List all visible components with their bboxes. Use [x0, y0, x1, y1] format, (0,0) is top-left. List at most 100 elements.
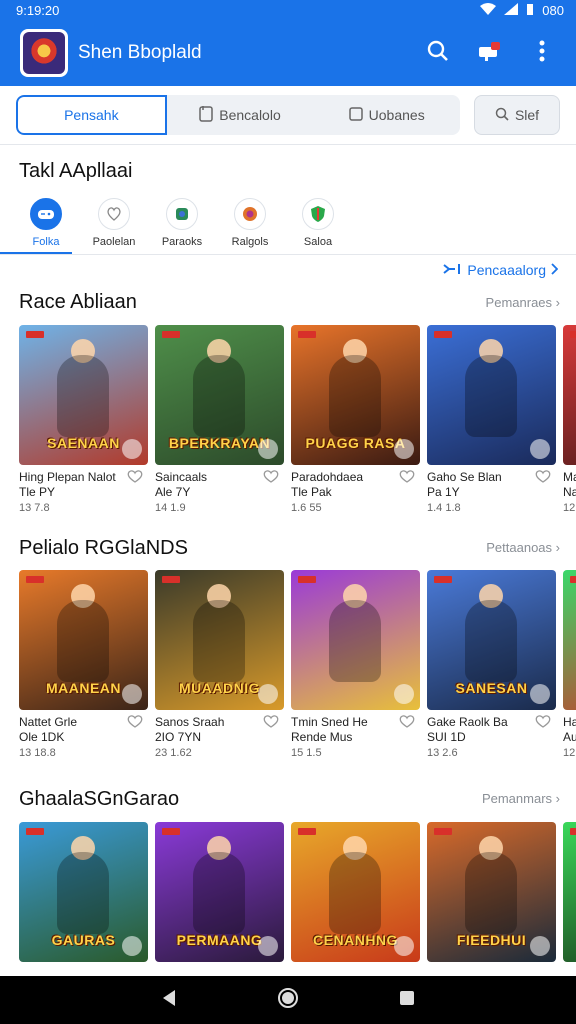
download-icon[interactable]	[394, 439, 414, 459]
more-label: Pemanmars	[481, 791, 553, 806]
filter-button[interactable]: Slef	[474, 95, 560, 135]
wishlist-icon[interactable]	[534, 469, 552, 483]
download-icon[interactable]	[258, 439, 278, 459]
game-card[interactable]: FIEEDHUI	[427, 822, 556, 971]
game-subtitle: Tle Pak	[291, 485, 332, 499]
category-item-3[interactable]: Ralgols	[216, 198, 284, 254]
game-card[interactable]: MAANEAN Nattet Grle Ole 1DK 13 18.8	[19, 570, 148, 759]
wishlist-icon[interactable]	[126, 714, 144, 728]
game-art[interactable]: CENANHNG	[291, 822, 420, 962]
game-card[interactable]: SANESAN Gake Raolk Ba SUI 1D 13 2.6	[427, 570, 556, 759]
tab-label: Pensahk	[64, 107, 119, 123]
category-item-4[interactable]: Saloa	[284, 198, 352, 254]
game-art[interactable]	[563, 822, 576, 962]
game-card[interactable]: HanAut 12	[563, 570, 576, 759]
download-icon[interactable]	[530, 936, 550, 956]
wishlist-icon[interactable]	[126, 469, 144, 483]
wishlist-icon[interactable]	[262, 714, 280, 728]
game-art[interactable]: BPERKRAYAN	[155, 325, 284, 465]
section-more-link[interactable]: Pettaanoas ›	[486, 540, 560, 555]
more-options-button[interactable]	[522, 33, 562, 73]
character-figure	[57, 852, 109, 934]
game-subtitle: Tle PY	[19, 485, 56, 499]
download-icon[interactable]	[122, 439, 142, 459]
game-art[interactable]	[291, 570, 420, 710]
tab-label: Uobanes	[368, 107, 425, 123]
game-card[interactable]: Tmin Sned He Rende Mus 15 1.5	[291, 570, 420, 759]
search-icon	[495, 107, 509, 124]
section-title: Pelialo RGGlaNDS	[19, 537, 188, 559]
category-item-1[interactable]: Paolelan	[80, 198, 148, 254]
game-card[interactable]	[563, 822, 576, 971]
publisher-badge	[162, 331, 180, 338]
game-card[interactable]: PERMAANG	[155, 822, 284, 971]
recents-icon[interactable]	[399, 990, 415, 1011]
game-card[interactable]: BPERKRAYAN Saincaals Ale 7Y 14 1.9	[155, 325, 284, 514]
chevron-right-icon: ›	[555, 295, 560, 310]
tab-0[interactable]: Pensahk	[16, 95, 167, 135]
game-art[interactable]	[427, 325, 556, 465]
game-art[interactable]: PUAGG RASA	[291, 325, 420, 465]
download-icon[interactable]	[530, 439, 550, 459]
game-art[interactable]	[563, 325, 576, 465]
character-figure	[193, 355, 245, 437]
publisher-badge	[434, 576, 452, 583]
wishlist-icon[interactable]	[398, 469, 416, 483]
game-row: GAURAS PERMAANG CENANHNG FIEEDHUI	[19, 822, 576, 976]
download-icon[interactable]	[394, 936, 414, 956]
recommend-link[interactable]: Pencaaalorg	[443, 262, 559, 278]
back-icon[interactable]	[161, 989, 177, 1012]
game-card[interactable]: Gaho Se Blan Pa 1Y 1.4 1.8	[427, 325, 556, 514]
download-icon[interactable]	[122, 684, 142, 704]
game-row: MAANEAN Nattet Grle Ole 1DK 13 18.8 MUAADNIG…	[19, 570, 576, 770]
game-logo-text	[569, 676, 576, 700]
game-art[interactable]: SAENAAN	[19, 325, 148, 465]
cart-button[interactable]	[470, 33, 510, 73]
game-art[interactable]: FIEEDHUI	[427, 822, 556, 962]
divider	[0, 254, 576, 255]
game-card[interactable]: ManNa 12	[563, 325, 576, 514]
segmented-tabs: Pensahk Bencalolo Uobanes	[16, 95, 460, 135]
game-meta: 13 7.8	[19, 502, 50, 514]
chevron-right-icon: ›	[555, 540, 560, 555]
more-label: Pettaanoas	[486, 540, 553, 555]
download-icon[interactable]	[530, 684, 550, 704]
game-card[interactable]: PUAGG RASA Paradohdaea Tle Pak 1.6 55	[291, 325, 420, 514]
category-item-0[interactable]: Folka	[12, 198, 80, 254]
category-label: Ralgols	[231, 236, 269, 248]
wishlist-icon[interactable]	[262, 469, 280, 483]
download-icon[interactable]	[258, 684, 278, 704]
section-more-link[interactable]: Pemanmars ›	[482, 791, 560, 806]
app-logo[interactable]	[20, 29, 68, 77]
section-more-link[interactable]: Pemanraes ›	[486, 295, 560, 310]
search-button[interactable]	[418, 33, 458, 73]
home-icon[interactable]	[277, 987, 299, 1014]
tab-2[interactable]: Uobanes	[313, 95, 460, 135]
game-art[interactable]: SANESAN	[427, 570, 556, 710]
download-icon[interactable]	[122, 936, 142, 956]
download-icon[interactable]	[258, 936, 278, 956]
more-vert-icon	[539, 40, 545, 67]
game-logo-text	[569, 431, 576, 455]
game-art[interactable]: MAANEAN	[19, 570, 148, 710]
wishlist-icon[interactable]	[534, 714, 552, 728]
game-art[interactable]	[563, 570, 576, 710]
tab-1[interactable]: Bencalolo	[167, 95, 314, 135]
game-art[interactable]: PERMAANG	[155, 822, 284, 962]
filter-label: Slef	[514, 107, 540, 123]
game-card[interactable]: CENANHNG	[291, 822, 420, 971]
publisher-badge	[570, 576, 576, 583]
download-icon[interactable]	[394, 684, 414, 704]
category-item-2[interactable]: Paraoks	[148, 198, 216, 254]
app-title: Shen Bboplald	[78, 42, 202, 63]
game-meta: 23 1.62	[155, 747, 192, 759]
game-art[interactable]: MUAADNIG	[155, 570, 284, 710]
game-card[interactable]: GAURAS	[19, 822, 148, 971]
game-card[interactable]: MUAADNIG Sanos Sraah 2IO 7YN 23 1.62	[155, 570, 284, 759]
wishlist-icon[interactable]	[398, 714, 416, 728]
publisher-badge	[298, 331, 316, 338]
game-art[interactable]: GAURAS	[19, 822, 148, 962]
game-card[interactable]: SAENAAN Hing Plepan Nalot Tle PY 13 7.8	[19, 325, 148, 514]
signal-icon	[504, 2, 519, 18]
game-title: Man	[563, 470, 576, 484]
